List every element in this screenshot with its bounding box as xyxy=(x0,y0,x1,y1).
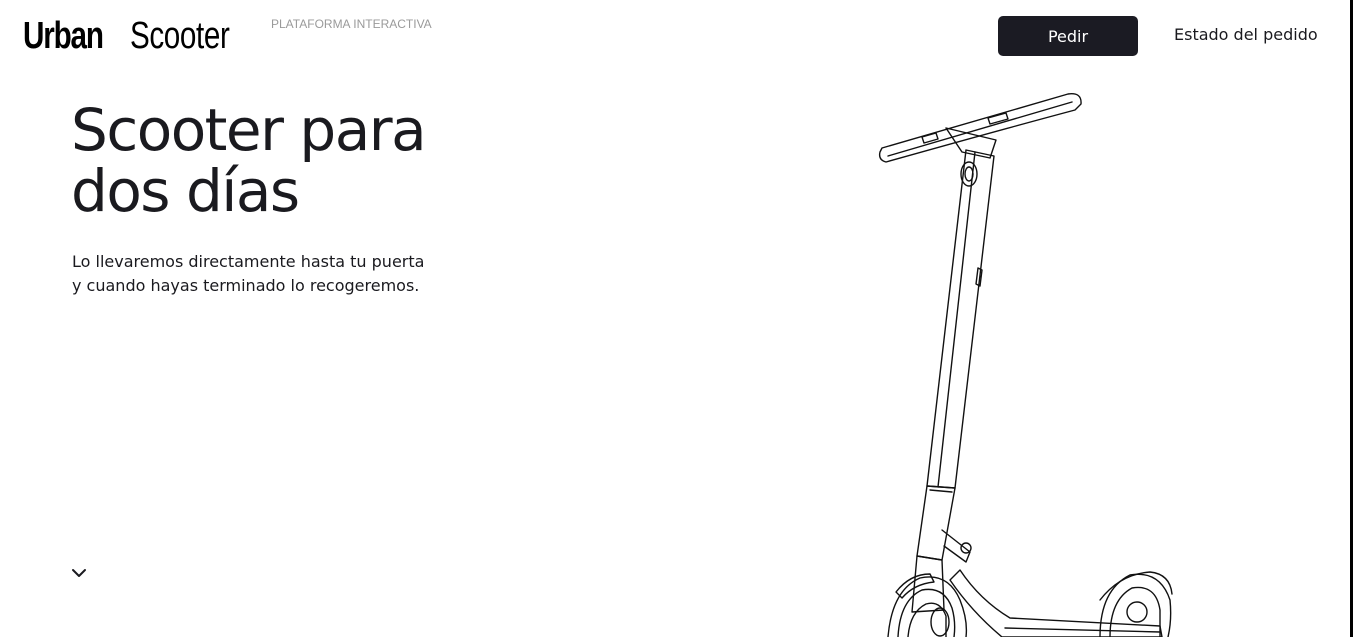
hero-subtitle: Lo llevaremos directamente hasta tu puer… xyxy=(72,250,452,298)
logo[interactable]: Urban Scooter PLATAFORMA INTERACTIVA xyxy=(23,12,432,60)
logo-tagline: PLATAFORMA INTERACTIVA xyxy=(271,17,432,31)
hero-subtitle-line2: y cuando hayas terminado lo recogeremos. xyxy=(72,276,420,295)
logo-urban: Urban xyxy=(23,15,104,57)
hero-subtitle-line1: Lo llevaremos directamente hasta tu puer… xyxy=(72,252,425,271)
hero-title-line1: Scooter para xyxy=(71,96,427,164)
logo-scooter: Scooter xyxy=(130,15,230,57)
chevron-down-icon[interactable] xyxy=(70,565,88,581)
hero-title: Scooter para dos días xyxy=(71,100,531,222)
order-status-link[interactable]: Estado del pedido xyxy=(1174,25,1318,44)
hero-title-line2: dos días xyxy=(71,157,300,225)
landing-page: Urban Scooter PLATAFORMA INTERACTIVA Ped… xyxy=(0,0,1353,637)
order-button[interactable]: Pedir xyxy=(998,16,1138,56)
scooter-illustration xyxy=(878,93,1173,637)
